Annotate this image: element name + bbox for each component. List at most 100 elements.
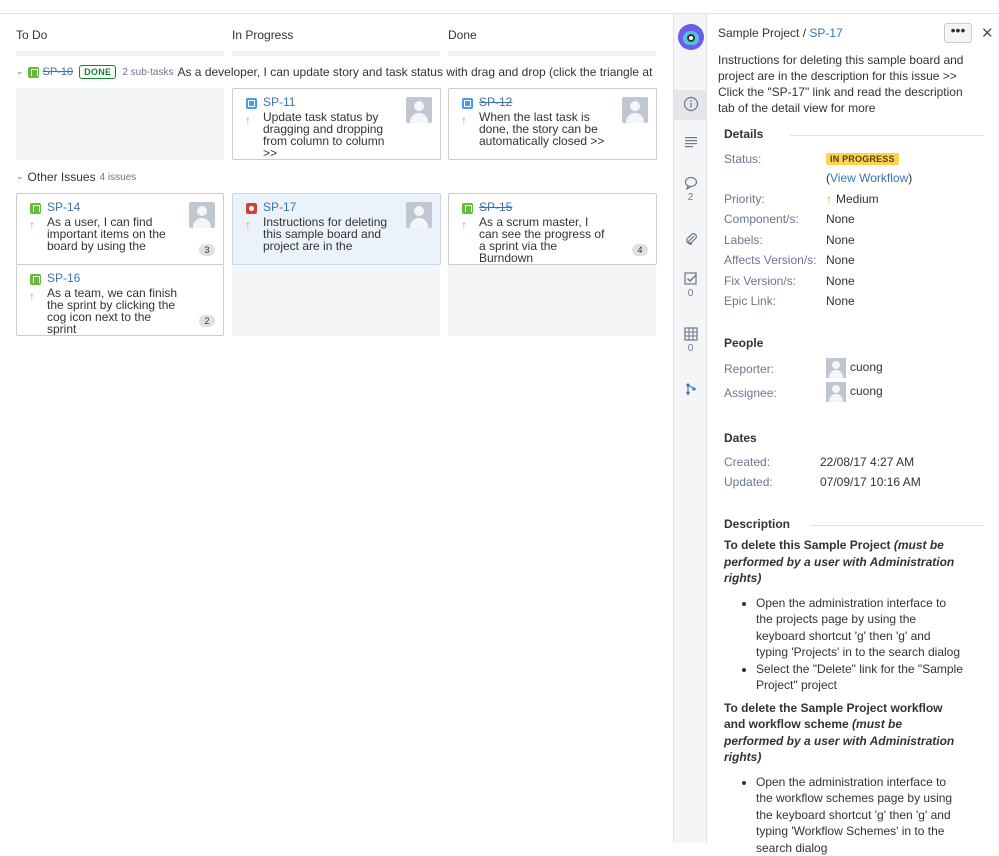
- other-issues-header[interactable]: ⌄ Other Issues 4 issues: [16, 168, 140, 186]
- comment-icon: [684, 176, 698, 190]
- issue-summary: Instructions for deleting this sample bo…: [263, 216, 391, 252]
- view-workflow: (View Workflow): [826, 171, 912, 185]
- assignee-avatar: [189, 202, 215, 228]
- assignee-avatar: [622, 97, 648, 123]
- attachments-tab[interactable]: [674, 232, 707, 246]
- list-item: Open the administration interface to the…: [756, 774, 964, 856]
- column-header-todo: To Do: [16, 28, 47, 42]
- agile-board: To Do In Progress Done ⌄ SP-10 DONE 2 su…: [0, 14, 673, 843]
- other-issues-label: Other Issues: [28, 170, 96, 184]
- issue-summary: Update task status by dragging and dropp…: [263, 111, 391, 159]
- priority-medium-icon: ↑: [826, 192, 832, 206]
- issue-card[interactable]: ↑ SP-16 As a team, we can finish the spr…: [16, 264, 224, 336]
- more-actions-button[interactable]: •••: [944, 23, 972, 43]
- issue-key-link[interactable]: SP-17: [809, 26, 842, 40]
- paperclip-icon: [684, 232, 698, 246]
- swimlane-header[interactable]: ⌄ SP-10 DONE 2 sub-tasks As a developer,…: [16, 63, 656, 81]
- column-header-in-progress: In Progress: [232, 28, 293, 42]
- components-label: Component/s:: [724, 212, 799, 226]
- project-avatar[interactable]: [678, 24, 704, 50]
- issue-card[interactable]: ↑ SP-11 Update task status by dragging a…: [232, 88, 441, 160]
- issue-count: 4 issues: [100, 172, 137, 183]
- created-value: 22/08/17 4:27 AM: [820, 455, 914, 469]
- description-heading-1: To delete this Sample Project (must be p…: [724, 537, 964, 587]
- issue-card-selected[interactable]: ↑ SP-17 Instructions for deleting this s…: [232, 193, 441, 265]
- story-points-badge: 4: [632, 244, 648, 256]
- assignee-value[interactable]: cuong: [826, 382, 883, 402]
- story-points-badge: 3: [199, 244, 215, 256]
- empty-cell: [448, 264, 656, 336]
- table-tab[interactable]: 0: [674, 327, 707, 354]
- components-value[interactable]: None: [826, 212, 855, 226]
- view-workflow-link[interactable]: View Workflow: [830, 171, 908, 185]
- issue-summary: Instructions for deleting this sample bo…: [718, 52, 968, 116]
- priority-value[interactable]: ↑Medium: [826, 192, 879, 206]
- priority-medium-icon: ↑: [245, 218, 251, 232]
- empty-cell: [232, 264, 440, 336]
- description-tab[interactable]: [674, 135, 707, 149]
- epic-link-value[interactable]: None: [826, 294, 855, 308]
- comments-tab[interactable]: 2: [674, 176, 707, 203]
- issue-summary: When the last task is done, the story ca…: [479, 111, 609, 147]
- table-count: 0: [674, 343, 707, 354]
- affects-version-value[interactable]: None: [826, 253, 855, 267]
- list-item: Select the "Delete" link for the "Sample…: [756, 661, 964, 694]
- reporter-value[interactable]: cuong: [826, 358, 883, 378]
- branch-icon: [684, 382, 698, 396]
- story-icon: [462, 203, 473, 214]
- assignee-label: Assignee:: [724, 386, 777, 400]
- empty-cell: [16, 88, 224, 160]
- issue-card[interactable]: ↑ SP-15 As a scrum master, I can see the…: [448, 193, 657, 265]
- project-name[interactable]: Sample Project: [718, 26, 799, 40]
- issue-key[interactable]: SP-16: [47, 271, 215, 285]
- task-icon: [462, 98, 473, 109]
- subtasks-tab[interactable]: 0: [674, 272, 707, 299]
- checkbox-list-icon: [684, 272, 698, 286]
- epic-link-label: Epic Link:: [724, 294, 776, 308]
- priority-label: Priority:: [724, 192, 765, 206]
- development-tab[interactable]: [674, 382, 707, 396]
- avatar: [826, 358, 846, 378]
- labels-value[interactable]: None: [826, 233, 855, 247]
- issue-card[interactable]: ↑ SP-14 As a user, I can find important …: [16, 193, 224, 265]
- subtasks-count: 0: [674, 288, 707, 299]
- priority-medium-icon: ↑: [29, 289, 35, 303]
- description-list-1: Open the administration interface to the…: [724, 595, 964, 694]
- updated-label: Updated:: [724, 475, 773, 489]
- list-item: Open the administration interface to the…: [756, 595, 964, 661]
- story-points-badge: 2: [199, 315, 215, 327]
- info-icon: [683, 96, 699, 112]
- description-heading-2: To delete the Sample Project workflow an…: [724, 700, 964, 766]
- priority-medium-icon: ↑: [461, 113, 467, 127]
- details-heading: Details: [724, 127, 763, 141]
- status-lozenge[interactable]: IN PROGRESS: [826, 153, 899, 165]
- description-icon: [684, 135, 698, 149]
- labels-label: Labels:: [724, 233, 763, 247]
- breadcrumb: Sample Project / SP-17: [718, 26, 843, 40]
- reporter-label: Reporter:: [724, 362, 774, 376]
- table-icon: [684, 327, 698, 341]
- issue-card[interactable]: ↑ SP-12 When the last task is done, the …: [448, 88, 657, 160]
- updated-value: 07/09/17 10:16 AM: [820, 475, 921, 489]
- priority-medium-icon: ↑: [461, 218, 467, 232]
- issue-detail-panel: 2 0 0: [673, 14, 999, 843]
- bug-icon: [246, 203, 257, 214]
- swimlane-issue-key[interactable]: SP-10: [43, 66, 74, 78]
- issue-key[interactable]: SP-15: [479, 200, 648, 214]
- fix-version-label: Fix Version/s:: [724, 274, 796, 288]
- chevron-down-icon[interactable]: ⌄: [16, 171, 24, 182]
- dates-heading: Dates: [724, 431, 757, 445]
- issue-summary: As a scrum master, I can see the progres…: [479, 216, 609, 264]
- assignee-avatar: [406, 97, 432, 123]
- created-label: Created:: [724, 455, 770, 469]
- priority-medium-icon: ↑: [29, 218, 35, 232]
- fix-version-value[interactable]: None: [826, 274, 855, 288]
- subtask-count: 2 sub-tasks: [122, 67, 173, 78]
- story-icon: [30, 203, 41, 214]
- affects-version-label: Affects Version/s:: [724, 253, 817, 267]
- close-icon[interactable]: ✕: [981, 24, 994, 42]
- task-icon: [246, 98, 257, 109]
- description-heading: Description: [724, 517, 790, 531]
- details-tab[interactable]: [674, 90, 707, 120]
- chevron-down-icon[interactable]: ⌄: [16, 66, 24, 77]
